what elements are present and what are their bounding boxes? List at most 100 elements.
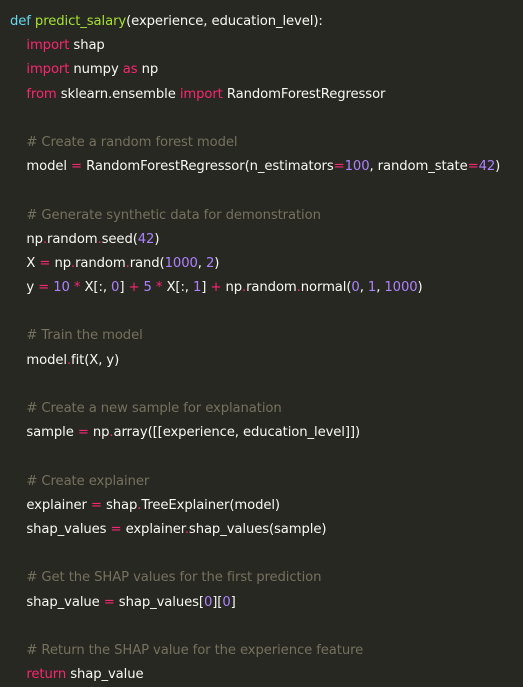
code-token: # Create explainer xyxy=(26,473,150,489)
code-token: # Get the SHAP values for the first pred… xyxy=(26,570,322,586)
code-line: # Train the model xyxy=(10,324,523,348)
code-token: ][ xyxy=(212,594,223,610)
code-token: shap_values[ xyxy=(114,594,204,610)
code-token: shap_values xyxy=(10,521,111,537)
code-token: 0 xyxy=(351,280,360,296)
code-token: 0 xyxy=(222,594,231,610)
code-token: RandomForestRegressor(n_estimators xyxy=(81,159,334,175)
code-token: (experience, education_level): xyxy=(126,14,323,29)
code-line: model.fit(X, y) xyxy=(10,349,523,373)
code-token: RandomForestRegressor xyxy=(222,86,386,102)
code-token: ) xyxy=(214,255,220,271)
code-line: from sklearn.ensemble import RandomFores… xyxy=(10,83,523,107)
code-token: sample xyxy=(10,425,78,441)
code-token: TreeExplainer(model) xyxy=(141,497,280,513)
code-token: return xyxy=(26,667,67,683)
code-line: import numpy as np xyxy=(10,58,523,82)
code-token: model xyxy=(10,352,67,368)
code-token: predict_salary xyxy=(34,14,127,29)
code-token: , xyxy=(197,255,206,271)
code-token: sklearn.ensemble xyxy=(56,86,180,102)
code-token: shap_value xyxy=(66,667,144,683)
code-line: explainer = shap.TreeExplainer(model) xyxy=(10,494,523,518)
code-token: np xyxy=(50,255,71,271)
code-token: 1000 xyxy=(384,280,418,296)
code-token: def xyxy=(10,14,31,29)
code-token: np xyxy=(10,231,43,247)
code-token: , random_state xyxy=(369,159,468,175)
code-token: = xyxy=(103,594,115,610)
code-token: explainer xyxy=(10,497,91,513)
code-token: = xyxy=(38,280,50,296)
code-editor[interactable]: def predict_salary(experience, education… xyxy=(0,0,523,682)
code-token: array([[experience, education_level]]) xyxy=(113,425,360,441)
code-line: X = np.random.rand(1000, 2) xyxy=(10,252,523,276)
code-token: 10 xyxy=(53,280,70,296)
code-token: y xyxy=(10,280,39,296)
code-token: = xyxy=(333,159,345,175)
code-token: = xyxy=(467,159,479,175)
code-token: random xyxy=(47,231,98,247)
code-token: ) xyxy=(154,231,160,247)
code-token: rand( xyxy=(129,255,165,271)
code-line: # Create a random forest model xyxy=(10,131,523,155)
code-line: shap_value = shap_values[0][0] xyxy=(10,591,523,615)
code-token: = xyxy=(77,425,89,441)
code-token: shap_values(sample) xyxy=(188,521,327,537)
code-line: model = RandomForestRegressor(n_estimato… xyxy=(10,155,523,179)
code-token: np xyxy=(88,425,110,441)
code-token: 42 xyxy=(478,159,496,175)
code-token: shap xyxy=(101,497,138,513)
code-token: ) xyxy=(495,159,501,175)
code-line: def predict_salary(experience, education… xyxy=(10,10,523,34)
code-line: np.random.seed(42) xyxy=(10,228,523,252)
code-token: # Generate synthetic data for demonstrat… xyxy=(26,207,321,223)
code-line: sample = np.array([[experience, educatio… xyxy=(10,421,523,445)
code-line: # Generate synthetic data for demonstrat… xyxy=(10,204,523,228)
code-token: # Train the model xyxy=(26,328,143,344)
code-token: shap_value xyxy=(10,594,104,610)
code-token: ] xyxy=(230,594,236,610)
code-line: # Create explainer xyxy=(10,470,523,494)
code-line: import shap xyxy=(10,34,523,58)
code-token: fit(X, y) xyxy=(71,352,120,368)
code-token: np xyxy=(137,62,159,78)
code-token: X[:, xyxy=(80,280,112,296)
code-token: = xyxy=(110,521,122,537)
code-line: # Return the SHAP value for the experien… xyxy=(10,639,523,663)
code-token: X[:, xyxy=(162,280,193,296)
code-line: # Create a new sample for explanation xyxy=(10,397,523,421)
code-line: return shap_value xyxy=(10,663,523,687)
code-token: # Create a random forest model xyxy=(26,134,238,150)
code-token: 100 xyxy=(344,159,370,175)
code-token: = xyxy=(39,255,51,271)
code-line: # Get the SHAP values for the first pred… xyxy=(10,566,523,590)
code-token: random xyxy=(246,280,297,296)
code-token: 42 xyxy=(137,231,155,247)
code-token: # Create a new sample for explanation xyxy=(26,401,282,416)
code-token: normal( xyxy=(300,280,352,296)
code-token: shap xyxy=(69,38,105,54)
code-token: explainer xyxy=(121,521,185,537)
code-token: + xyxy=(210,280,222,296)
code-line: y = 10 * X[:, 0] + 5 * X[:, 1] + np.rand… xyxy=(10,276,523,300)
code-token: random xyxy=(75,255,126,271)
code-token: # Return the SHAP value for the experien… xyxy=(26,642,364,658)
code-token: , xyxy=(359,280,368,296)
code-token: = xyxy=(71,159,82,175)
code-token: ) xyxy=(417,280,423,296)
